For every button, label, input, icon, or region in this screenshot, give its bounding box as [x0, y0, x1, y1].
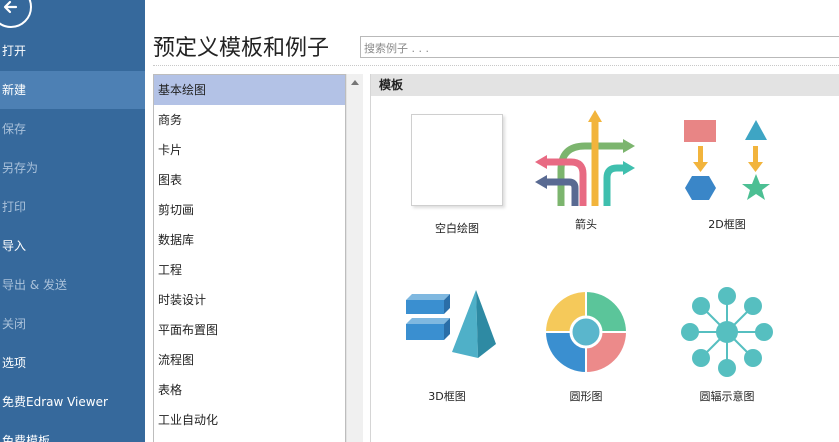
- sidebar-item-save-as[interactable]: 另存为: [0, 149, 145, 187]
- category-table[interactable]: 表格: [154, 375, 345, 405]
- sidebar-item-save[interactable]: 保存: [0, 110, 145, 148]
- category-database[interactable]: 数据库: [154, 225, 345, 255]
- sidebar-item-options[interactable]: 选项: [0, 344, 145, 382]
- divider: [153, 65, 839, 66]
- category-flowchart[interactable]: 流程图: [154, 345, 345, 375]
- blank-page-icon: [411, 114, 503, 206]
- scroll-up-arrow-icon[interactable]: [351, 80, 359, 85]
- category-scrollbar[interactable]: [346, 74, 363, 442]
- category-business[interactable]: 商务: [154, 105, 345, 135]
- category-floor-plan[interactable]: 平面布置图: [154, 315, 345, 345]
- template-label: 3D框图: [428, 390, 466, 403]
- template-label: 2D框图: [708, 218, 746, 231]
- sidebar-item-import[interactable]: 导入: [0, 227, 145, 265]
- template-label: 空白绘图: [435, 222, 479, 235]
- 2d-block-icon: [684, 120, 770, 200]
- arrows-icon: [535, 110, 635, 206]
- back-arrow-icon: [3, 0, 18, 14]
- category-industrial-automation[interactable]: 工业自动化: [154, 405, 345, 435]
- template-label: 箭头: [575, 218, 597, 231]
- category-basic-drawing[interactable]: 基本绘图: [154, 75, 345, 105]
- category-fashion-design[interactable]: 时装设计: [154, 285, 345, 315]
- template-arrows[interactable]: 箭头: [521, 110, 651, 232]
- sidebar-item-free-viewer[interactable]: 免费Edraw Viewer: [0, 383, 145, 421]
- 3d-block-icon: [406, 290, 496, 358]
- sidebar-item-open[interactable]: 打开: [0, 32, 145, 70]
- sidebar-item-print[interactable]: 打印: [0, 188, 145, 226]
- template-3d-block[interactable]: 3D框图: [382, 282, 512, 404]
- radial-diagram-icon: [681, 287, 773, 377]
- category-list: 基本绘图 商务 卡片 图表 剪切画 数据库 工程 时装设计 平面布置图 流程图 …: [153, 74, 346, 442]
- template-2d-block[interactable]: 2D框图: [662, 110, 792, 232]
- page-title: 预定义模板和例子: [153, 36, 330, 61]
- sidebar-item-free-templates[interactable]: 免费模板: [0, 422, 145, 442]
- template-circular-chart[interactable]: 圆形图: [521, 282, 651, 404]
- search-input[interactable]: 搜索例子 . . .: [360, 36, 839, 58]
- template-blank[interactable]: 空白绘图: [392, 110, 522, 236]
- back-button[interactable]: [0, 0, 32, 28]
- sidebar-item-new[interactable]: 新建: [0, 71, 145, 109]
- sidebar-item-export-send[interactable]: 导出 & 发送: [0, 266, 145, 304]
- template-label: 圆辐示意图: [699, 390, 755, 403]
- sidebar-item-close[interactable]: 关闭: [0, 305, 145, 343]
- template-label: 圆形图: [569, 390, 603, 403]
- template-radial-diagram[interactable]: 圆辐示意图: [662, 282, 792, 404]
- category-cards[interactable]: 卡片: [154, 135, 345, 165]
- category-charts[interactable]: 图表: [154, 165, 345, 195]
- category-clipart[interactable]: 剪切画: [154, 195, 345, 225]
- templates-panel: 模板 空白绘图 箭头 2D框图 3D框图 圆形图 圆辐示意图: [370, 74, 839, 442]
- sidebar: 打开 新建 保存 另存为 打印 导入 导出 & 发送 关闭 选项 免费Edraw…: [0, 0, 145, 442]
- section-header: 模板: [371, 74, 839, 96]
- category-engineering[interactable]: 工程: [154, 255, 345, 285]
- circular-chart-icon: [546, 292, 626, 372]
